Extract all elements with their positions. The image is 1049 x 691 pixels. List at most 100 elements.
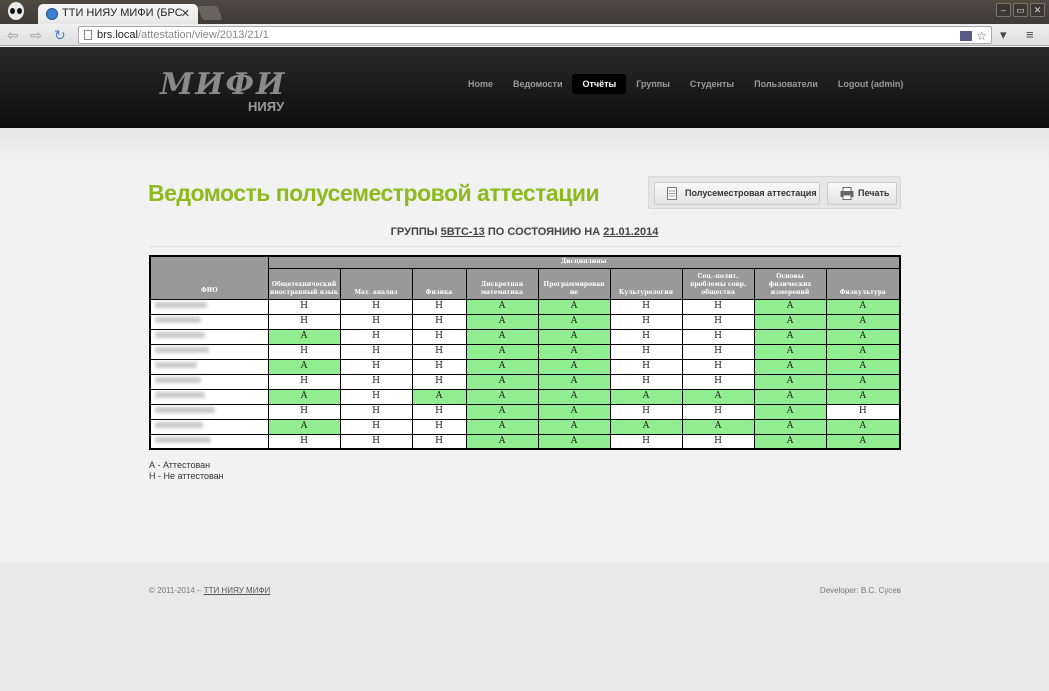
browser-user-icon[interactable] — [5, 1, 27, 23]
site-logo[interactable]: МИФИ НИЯУ — [158, 63, 288, 114]
new-tab-button[interactable] — [197, 6, 223, 20]
maximize-button[interactable]: ▭ — [1013, 3, 1028, 17]
grade-cell: А — [465, 373, 539, 390]
main-nav: Home Ведомости Отчёты Группы Студенты По… — [458, 74, 913, 94]
grade-cell: А — [465, 433, 539, 450]
date-link[interactable]: 21.01.2014 — [603, 226, 658, 238]
grade-cell: А — [537, 418, 611, 435]
grade-cell: Н — [339, 358, 413, 375]
back-icon[interactable]: ⇦ — [7, 27, 19, 43]
table-row: НННААННАА — [149, 373, 901, 390]
grade-cell: А — [825, 373, 901, 390]
grade-cell: Н — [609, 298, 683, 315]
grade-cell: Н — [339, 388, 413, 405]
logo-text: МИФИ — [160, 67, 287, 102]
close-window-button[interactable]: ✕ — [1030, 3, 1045, 17]
student-name-redacted — [149, 403, 269, 420]
site-favicon-icon — [46, 8, 58, 20]
nav-reports[interactable]: Отчёты — [572, 74, 627, 94]
grade-cell: А — [537, 358, 611, 375]
grade-cell: А — [609, 388, 683, 405]
table-row: АННААННАА — [149, 358, 901, 375]
grade-cell: Н — [681, 403, 755, 420]
legend-not-attested: Н - Не аттестован — [149, 471, 224, 481]
extension-icon[interactable] — [960, 31, 973, 41]
grade-cell: А — [825, 433, 901, 450]
table-row: НННААННАА — [149, 433, 901, 450]
nav-users[interactable]: Пользователи — [744, 74, 828, 94]
table-row: НННААННАА — [149, 313, 901, 330]
page-icon — [84, 30, 92, 40]
nav-statements[interactable]: Ведомости — [503, 74, 572, 94]
menu-icon[interactable]: ≡ — [1026, 27, 1034, 43]
nav-logout[interactable]: Logout (admin) — [828, 74, 913, 94]
browser-tab-title: ТТИ НИЯУ МИФИ (БРС — [62, 7, 183, 19]
grade-cell: А — [267, 388, 341, 405]
grade-cell: А — [825, 343, 901, 360]
browser-tab[interactable]: ТТИ НИЯУ МИФИ (БРС ✕ — [38, 4, 198, 24]
grade-cell: Н — [609, 433, 683, 450]
legend: А - Аттестован Н - Не аттестован — [149, 460, 224, 482]
midterm-attestation-button[interactable]: Полусеместровая аттестация — [654, 182, 820, 205]
subtitle-mid: ПО СОСТОЯНИЮ НА — [487, 226, 601, 238]
grade-cell: Н — [339, 298, 413, 315]
student-name-redacted — [149, 343, 269, 360]
grade-cell: Н — [339, 328, 413, 345]
student-name-redacted — [149, 328, 269, 345]
nav-groups[interactable]: Группы — [626, 74, 680, 94]
grade-cell: Н — [681, 328, 755, 345]
forward-icon[interactable]: ⇨ — [30, 27, 42, 43]
subtitle-prefix: ГРУППЫ — [390, 226, 438, 238]
nav-students[interactable]: Студенты — [680, 74, 744, 94]
redacted-text — [155, 332, 205, 338]
reload-icon[interactable]: ↻ — [54, 27, 66, 43]
grade-cell: Н — [681, 358, 755, 375]
page-title: Ведомость полусеместровой аттестации — [148, 180, 600, 206]
table-row: НННААННАН — [149, 403, 901, 420]
table-row: НННААННАА — [149, 343, 901, 360]
grade-cell: А — [753, 373, 827, 390]
grade-cell: Н — [339, 343, 413, 360]
browser-toolbar: ⇦ ⇨ ↻ brs.local/attestation/view/2013/21… — [0, 24, 1049, 46]
printer-icon — [840, 187, 854, 200]
grade-cell: Н — [411, 298, 467, 315]
grade-cell: А — [753, 433, 827, 450]
print-button[interactable]: Печать — [827, 182, 897, 205]
grade-cell: Н — [609, 358, 683, 375]
grade-cell: А — [465, 328, 539, 345]
document-icon — [667, 187, 677, 200]
discipline-header: Общетехнический иностранный язык — [267, 267, 341, 300]
grade-cell: А — [537, 343, 611, 360]
grade-cell: А — [753, 328, 827, 345]
redacted-text — [155, 347, 209, 353]
tab-close-icon[interactable]: ✕ — [181, 7, 190, 20]
grade-cell: А — [753, 403, 827, 420]
grade-cell: Н — [681, 373, 755, 390]
footer-link[interactable]: ТТИ НИЯУ МИФИ — [204, 586, 271, 595]
address-bar[interactable]: brs.local/attestation/view/2013/21/1 ☆ — [78, 26, 992, 44]
footer-copyright: © 2011-2014 – ТТИ НИЯУ МИФИ — [149, 586, 270, 595]
grade-cell: А — [465, 403, 539, 420]
redacted-text — [155, 422, 203, 428]
discipline-header: Соц.-полит. проблемы совр. общества — [681, 267, 755, 300]
table-row: АННААННАА — [149, 328, 901, 345]
dropdown-icon[interactable]: ▾ — [1000, 27, 1007, 43]
grade-cell: Н — [411, 418, 467, 435]
minimize-button[interactable]: – — [996, 3, 1011, 17]
grade-cell: Н — [681, 343, 755, 360]
grade-cell: А — [825, 418, 901, 435]
grade-cell: Н — [267, 433, 341, 450]
grade-cell: Н — [267, 403, 341, 420]
group-link[interactable]: 5ВТС-13 — [441, 226, 485, 238]
grade-cell: Н — [339, 418, 413, 435]
bookmark-star-icon[interactable]: ☆ — [976, 29, 987, 43]
grade-cell: А — [465, 298, 539, 315]
student-name-redacted — [149, 388, 269, 405]
grade-cell: А — [465, 313, 539, 330]
grade-cell: Н — [411, 433, 467, 450]
col-fio: ФИО — [149, 255, 269, 300]
copyright-text: © 2011-2014 – — [149, 586, 202, 595]
site-footer: © 2011-2014 – ТТИ НИЯУ МИФИ Developer: В… — [0, 563, 1049, 691]
nav-home[interactable]: Home — [458, 74, 503, 94]
grade-cell: А — [537, 313, 611, 330]
